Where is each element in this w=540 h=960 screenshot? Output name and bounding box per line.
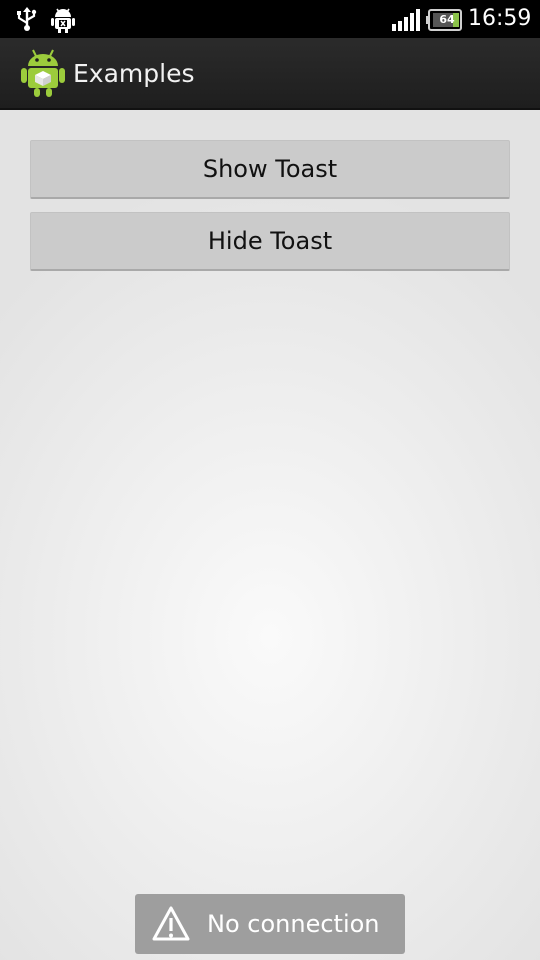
- show-toast-button[interactable]: Show Toast: [30, 140, 510, 199]
- app-title: Examples: [73, 59, 195, 88]
- clock: 16:59: [468, 6, 532, 31]
- battery-level: 64: [439, 13, 455, 26]
- android-debug-icon: [50, 6, 76, 38]
- hide-toast-button[interactable]: Hide Toast: [30, 212, 510, 271]
- toast-message: No connection: [207, 910, 380, 938]
- action-bar: Examples: [0, 38, 540, 110]
- android-app-icon[interactable]: [20, 48, 66, 102]
- status-bar: 64 16:59: [0, 0, 540, 38]
- warning-icon: [151, 904, 191, 948]
- usb-icon: [14, 6, 40, 36]
- signal-icon: [391, 9, 421, 35]
- toast: No connection: [135, 894, 405, 954]
- content-area: Show Toast Hide Toast: [0, 110, 540, 960]
